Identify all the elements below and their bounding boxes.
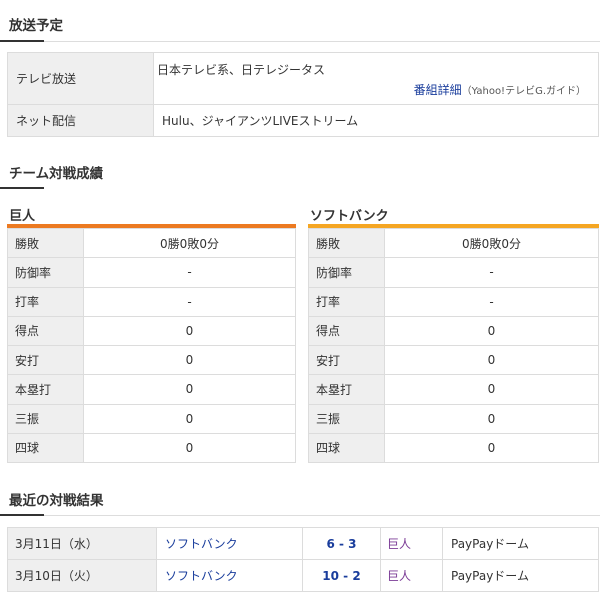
result-home-cell: ソフトバンク	[156, 527, 303, 560]
stat-label: 本塁打	[308, 374, 385, 405]
result-home-cell: ソフトバンク	[156, 559, 303, 592]
results-section-rule	[0, 514, 600, 516]
net-stream-row: ネット配信 Hulu、ジャイアンツLIVEストリーム	[7, 104, 599, 137]
program-detail-link[interactable]: 番組詳細	[414, 83, 462, 97]
stat-label: 本塁打	[7, 374, 84, 405]
program-detail-source: （Yahoo!テレビG.ガイド）	[461, 86, 586, 97]
stat-label: 防御率	[7, 257, 84, 288]
stat-label: 勝敗	[308, 227, 385, 259]
team-stats-section-title: チーム対戦成績	[9, 166, 104, 182]
stat-value: 0	[384, 344, 599, 376]
stat-row: 本塁打 0	[7, 374, 296, 405]
stat-value: 0	[83, 403, 296, 434]
stat-label: 勝敗	[7, 227, 84, 259]
result-score[interactable]: 6 - 3	[302, 527, 381, 560]
stat-value: 0	[384, 403, 599, 434]
net-stream-label: ネット配信	[7, 104, 154, 137]
stat-row: 安打 0	[308, 344, 599, 376]
result-row: 3月11日（水） ソフトバンク 6 - 3 巨人 PayPayドーム	[7, 527, 599, 560]
broadcast-section-rule	[0, 40, 600, 42]
results-table: 3月11日（水） ソフトバンク 6 - 3 巨人 PayPayドーム 3月10日…	[7, 527, 599, 592]
team-table-giants: 勝敗 0勝0敗0分 防御率 - 打率 - 得点 0 安打 0 本塁打 0 三振 0 四球 0	[7, 227, 296, 464]
result-date: 3月11日（水）	[7, 527, 157, 560]
stat-value: 0	[384, 315, 599, 347]
result-venue: PayPayドーム	[442, 527, 599, 560]
stat-label: 打率	[7, 286, 84, 317]
stat-value: 0	[384, 374, 599, 405]
stat-value: 0	[83, 374, 296, 405]
stat-row: 四球 0	[7, 432, 296, 464]
tv-broadcast-value: 日本テレビ系、日テレジータス	[157, 63, 326, 77]
stat-label: 得点	[7, 315, 84, 347]
result-venue: PayPayドーム	[442, 559, 599, 592]
result-away-cell: 巨人	[380, 559, 443, 592]
stat-value: -	[384, 286, 599, 317]
stat-row: 打率 -	[7, 286, 296, 317]
net-stream-value: Hulu、ジャイアンツLIVEストリーム	[153, 104, 599, 137]
stat-value: -	[83, 257, 296, 288]
team-name-giants: 巨人	[9, 209, 36, 224]
result-away-team-link[interactable]: 巨人	[387, 537, 411, 551]
stat-row: 得点 0	[7, 315, 296, 347]
results-section-title: 最近の対戦結果	[9, 493, 104, 509]
broadcast-section-title: 放送予定	[9, 18, 63, 34]
stat-label: 四球	[308, 432, 385, 464]
tv-program-detail: 番組詳細（Yahoo!テレビG.ガイド）	[414, 81, 586, 98]
stat-row: 得点 0	[308, 315, 599, 347]
stat-row: 本塁打 0	[308, 374, 599, 405]
stat-row: 防御率 -	[308, 257, 599, 288]
stat-row: 三振 0	[308, 403, 599, 434]
stat-row: 安打 0	[7, 344, 296, 376]
stat-row: 防御率 -	[7, 257, 296, 288]
team-name-softbank: ソフトバンク	[310, 209, 389, 224]
stat-label: 安打	[7, 344, 84, 376]
stat-row: 三振 0	[7, 403, 296, 434]
result-home-team-link[interactable]: ソフトバンク	[165, 569, 238, 583]
stat-row: 勝敗 0勝0敗0分	[308, 227, 599, 259]
stat-value: 0勝0敗0分	[83, 227, 296, 259]
stat-value: 0	[384, 432, 599, 464]
result-away-cell: 巨人	[380, 527, 443, 560]
stat-value: -	[83, 286, 296, 317]
stat-label: 防御率	[308, 257, 385, 288]
stat-row: 勝敗 0勝0敗0分	[7, 227, 296, 259]
stat-value: 0	[83, 432, 296, 464]
result-score[interactable]: 10 - 2	[302, 559, 381, 592]
stat-label: 打率	[308, 286, 385, 317]
result-row: 3月10日（火） ソフトバンク 10 - 2 巨人 PayPayドーム	[7, 559, 599, 592]
stat-row: 四球 0	[308, 432, 599, 464]
stat-value: 0	[83, 315, 296, 347]
team-table-softbank: 勝敗 0勝0敗0分 防御率 - 打率 - 得点 0 安打 0 本塁打 0 三振 0 四球 0	[308, 227, 599, 464]
result-away-team-link[interactable]: 巨人	[387, 569, 411, 583]
result-date: 3月10日（火）	[7, 559, 157, 592]
team-stats-section-rule	[0, 187, 52, 189]
stat-value: -	[384, 257, 599, 288]
stat-label: 四球	[7, 432, 84, 464]
stat-label: 安打	[308, 344, 385, 376]
stat-label: 三振	[308, 403, 385, 434]
stat-value: 0勝0敗0分	[384, 227, 599, 259]
stat-label: 得点	[308, 315, 385, 347]
stat-value: 0	[83, 344, 296, 376]
tv-broadcast-label: テレビ放送	[7, 52, 154, 105]
stat-label: 三振	[7, 403, 84, 434]
result-home-team-link[interactable]: ソフトバンク	[165, 537, 238, 551]
stat-row: 打率 -	[308, 286, 599, 317]
